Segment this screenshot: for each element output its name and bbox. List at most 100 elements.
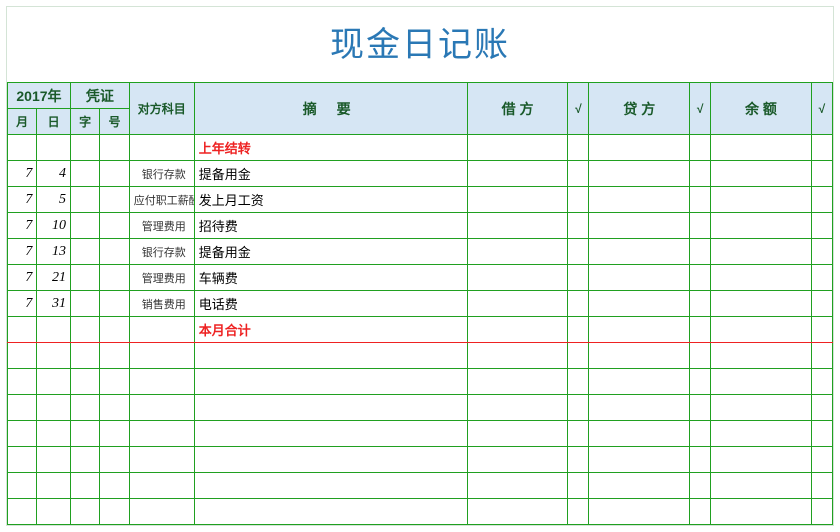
cell-credit[interactable] xyxy=(589,395,690,421)
cell-word[interactable] xyxy=(70,161,99,187)
cell-subject[interactable] xyxy=(129,395,194,421)
cell-balance[interactable] xyxy=(711,291,812,317)
cell-check3[interactable] xyxy=(811,239,832,265)
cell-month[interactable]: 7 xyxy=(8,161,37,187)
cell-credit[interactable] xyxy=(589,239,690,265)
cell-number[interactable] xyxy=(100,291,129,317)
cell-month[interactable] xyxy=(8,473,37,499)
cell-balance[interactable] xyxy=(711,187,812,213)
cell-balance[interactable] xyxy=(711,473,812,499)
cell-credit[interactable] xyxy=(589,343,690,369)
cell-debit[interactable] xyxy=(467,343,568,369)
cell-day[interactable] xyxy=(37,473,71,499)
cell-word[interactable] xyxy=(70,421,99,447)
cell-subject[interactable]: 管理费用 xyxy=(129,213,194,239)
cell-summary[interactable]: 提备用金 xyxy=(194,239,467,265)
cell-credit[interactable] xyxy=(589,369,690,395)
cell-word[interactable] xyxy=(70,473,99,499)
cell-check1[interactable] xyxy=(568,291,589,317)
cell-summary[interactable] xyxy=(194,447,467,473)
cell-balance[interactable] xyxy=(711,395,812,421)
cell-check3[interactable] xyxy=(811,213,832,239)
cell-balance[interactable] xyxy=(711,135,812,161)
cell-check3[interactable] xyxy=(811,473,832,499)
cell-check1[interactable] xyxy=(568,395,589,421)
cell-month[interactable]: 7 xyxy=(8,187,37,213)
cell-subject[interactable] xyxy=(129,421,194,447)
cell-debit[interactable] xyxy=(467,447,568,473)
cell-balance[interactable] xyxy=(711,369,812,395)
cell-month[interactable] xyxy=(8,317,37,343)
cell-month[interactable] xyxy=(8,343,37,369)
cell-credit[interactable] xyxy=(589,291,690,317)
cell-word[interactable] xyxy=(70,291,99,317)
cell-credit[interactable] xyxy=(589,317,690,343)
cell-debit[interactable] xyxy=(467,395,568,421)
cell-subject[interactable]: 应付职工薪酬 xyxy=(129,187,194,213)
cell-debit[interactable] xyxy=(467,213,568,239)
cell-word[interactable] xyxy=(70,213,99,239)
cell-check2[interactable] xyxy=(690,161,711,187)
cell-check3[interactable] xyxy=(811,343,832,369)
cell-subject[interactable] xyxy=(129,447,194,473)
cell-debit[interactable] xyxy=(467,187,568,213)
cell-check2[interactable] xyxy=(690,291,711,317)
cell-summary[interactable]: 电话费 xyxy=(194,291,467,317)
cell-check2[interactable] xyxy=(690,265,711,291)
cell-subject[interactable] xyxy=(129,369,194,395)
cell-check2[interactable] xyxy=(690,317,711,343)
cell-debit[interactable] xyxy=(467,291,568,317)
cell-day[interactable]: 10 xyxy=(37,213,71,239)
cell-month[interactable] xyxy=(8,369,37,395)
cell-check2[interactable] xyxy=(690,447,711,473)
cell-check3[interactable] xyxy=(811,135,832,161)
cell-word[interactable] xyxy=(70,447,99,473)
cell-check2[interactable] xyxy=(690,239,711,265)
cell-number[interactable] xyxy=(100,187,129,213)
cell-check2[interactable] xyxy=(690,187,711,213)
cell-summary[interactable]: 招待费 xyxy=(194,213,467,239)
cell-balance[interactable] xyxy=(711,213,812,239)
cell-summary[interactable]: 发上月工资 xyxy=(194,187,467,213)
cell-debit[interactable] xyxy=(467,421,568,447)
cell-number[interactable] xyxy=(100,395,129,421)
cell-check2[interactable] xyxy=(690,473,711,499)
cell-summary[interactable]: 提备用金 xyxy=(194,161,467,187)
cell-check3[interactable] xyxy=(811,447,832,473)
cell-credit[interactable] xyxy=(589,213,690,239)
cell-credit[interactable] xyxy=(589,447,690,473)
cell-summary[interactable] xyxy=(194,343,467,369)
cell-month[interactable] xyxy=(8,395,37,421)
cell-month[interactable] xyxy=(8,447,37,473)
cell-summary[interactable]: 车辆费 xyxy=(194,265,467,291)
cell-balance[interactable] xyxy=(711,239,812,265)
cell-word[interactable] xyxy=(70,265,99,291)
cell-subject[interactable]: 银行存款 xyxy=(129,239,194,265)
cell-number[interactable] xyxy=(100,421,129,447)
cell-check3[interactable] xyxy=(811,187,832,213)
cell-day[interactable]: 21 xyxy=(37,265,71,291)
cell-number[interactable] xyxy=(100,369,129,395)
cell-word[interactable] xyxy=(70,135,99,161)
cell-debit[interactable] xyxy=(467,369,568,395)
cell-day[interactable]: 13 xyxy=(37,239,71,265)
cell-check1[interactable] xyxy=(568,135,589,161)
cell-number[interactable] xyxy=(100,447,129,473)
cell-day[interactable] xyxy=(37,369,71,395)
cell-credit[interactable] xyxy=(589,421,690,447)
cell-check1[interactable] xyxy=(568,265,589,291)
cell-number[interactable] xyxy=(100,161,129,187)
cell-subject[interactable] xyxy=(129,343,194,369)
cell-check1[interactable] xyxy=(568,343,589,369)
cell-credit[interactable] xyxy=(589,161,690,187)
cell-number[interactable] xyxy=(100,135,129,161)
cell-day[interactable]: 4 xyxy=(37,161,71,187)
cell-day[interactable] xyxy=(37,317,71,343)
cell-check1[interactable] xyxy=(568,239,589,265)
cell-check3[interactable] xyxy=(811,369,832,395)
cell-number[interactable] xyxy=(100,473,129,499)
cell-check1[interactable] xyxy=(568,161,589,187)
cell-balance[interactable] xyxy=(711,265,812,291)
cell-check1[interactable] xyxy=(568,447,589,473)
cell-day[interactable] xyxy=(37,447,71,473)
